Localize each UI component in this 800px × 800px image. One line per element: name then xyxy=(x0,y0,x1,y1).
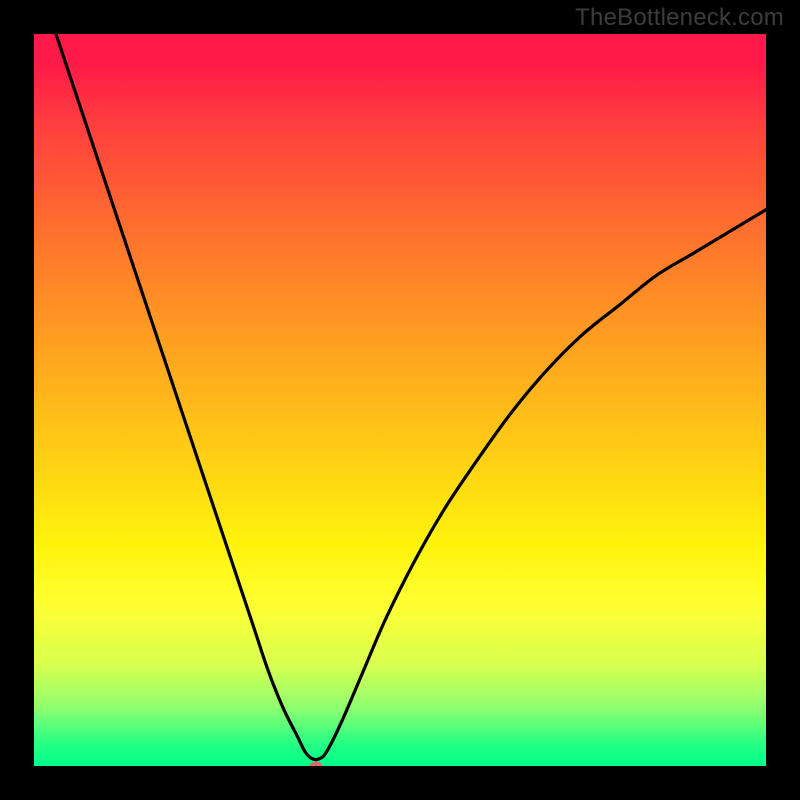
plot-area xyxy=(34,34,766,766)
watermark-text: TheBottleneck.com xyxy=(575,4,784,32)
curve-path xyxy=(56,34,766,760)
chart-frame: TheBottleneck.com xyxy=(0,0,800,800)
bottleneck-curve xyxy=(34,34,766,766)
optimum-marker xyxy=(309,762,322,767)
